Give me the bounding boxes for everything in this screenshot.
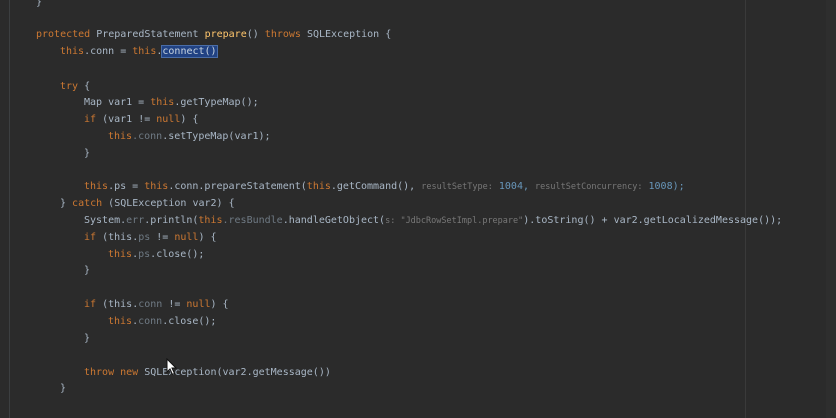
code-line-try[interactable]: try { [60,80,90,94]
code-line-prepare-statement[interactable]: this.ps = this.conn.prepareStatement(thi… [84,180,685,194]
code-token: this [84,181,109,192]
code-token: err [126,215,145,226]
code-token: ) { [198,232,217,243]
editor-scrollbar[interactable] [826,0,836,418]
code-token: .close(); [162,316,217,327]
code-token: ( [96,299,109,310]
code-token: this [306,181,331,192]
code-line-println[interactable]: System.err.println(this.resBundle.handle… [84,214,782,228]
code-token: () [246,29,265,40]
code-token: conn [138,316,163,327]
code-token: (SQLException var2) { [102,198,235,209]
code-line-connect[interactable]: this.conn = this.connect() [60,45,218,59]
code-token: null [156,114,181,125]
code-token: this [108,249,133,260]
code-token: } [84,148,91,159]
code-token: System. [84,215,127,226]
code-token: } [84,265,91,276]
code-token: catch [72,198,103,209]
parameter-hint: s: [385,216,396,226]
code-line-catch[interactable]: } catch (SQLException var2) { [60,197,235,211]
code-line-close-brace[interactable]: } [84,332,90,346]
code-token: .conn [132,131,163,142]
code-token: this [108,299,133,310]
code-token: (var1 != [96,114,157,125]
code-token: ps [138,232,151,243]
code-line-if-ps[interactable]: if (this.ps != null) { [84,231,217,245]
code-token: null [174,232,199,243]
code-token: this [108,131,133,142]
code-line-method-signature[interactable]: protected PreparedStatement prepare() th… [36,28,391,42]
code-line-set-type-map[interactable]: this.conn.setTypeMap(var1); [108,130,271,144]
code-token: } [60,198,73,209]
code-line-close-brace[interactable]: } [84,264,90,278]
code-token: if [84,299,97,310]
code-token: != [150,232,175,243]
mouse-pointer-icon [166,358,178,376]
code-token: ) { [210,299,229,310]
code-line-ps-close[interactable]: this.ps.close(); [108,248,204,262]
code-token: .handleGetObject( [282,215,386,226]
code-token: { [78,81,91,92]
code-token: .ps = [108,181,145,192]
code-token: if [84,114,97,125]
code-token: != [162,299,187,310]
code-editor[interactable]: } protected PreparedStatement prepare() … [0,0,836,418]
code-token: 1004, [492,181,529,192]
code-line-close-brace[interactable]: } [60,382,66,396]
code-token: ( [96,232,109,243]
code-token: ) { [180,114,199,125]
code-token: 1008); [642,181,685,192]
parameter-hint: resultSetConcurrency: [535,182,643,192]
code-token: .conn = [84,46,133,57]
code-token: } [36,0,43,8]
code-line-conn-close[interactable]: this.conn.close(); [108,315,216,329]
code-token: .close(); [150,249,205,260]
right-margin-guide [745,0,746,418]
code-token: new [120,367,139,378]
code-token: null [186,299,211,310]
code-token: throws [264,29,301,40]
code-token: ps [138,249,151,260]
code-line-throw[interactable]: throw new SQLException(var2.getMessage()… [84,366,331,380]
code-line-if-conn[interactable]: if (this.conn != null) { [84,298,229,312]
code-token: this [60,46,85,57]
code-token: this [132,46,157,57]
code-token: "JdbcRowSetImpl.prepare" [395,216,524,226]
parameter-hint: resultSetType: [421,182,493,192]
code-token: this [198,215,223,226]
code-token: this [108,316,133,327]
code-token: ).toString() + var2.getLocalizedMessage(… [523,215,783,226]
code-line-if-var1[interactable]: if (var1 != null) { [84,113,198,127]
code-token: if [84,232,97,243]
code-token: } [60,383,67,394]
code-token: this [150,97,175,108]
code-line-close-brace[interactable]: } [84,147,90,161]
code-token: SQLException { [300,29,392,40]
code-token: .println( [144,215,199,226]
selected-text[interactable]: connect() [161,45,218,58]
code-token: .getTypeMap(); [174,97,259,108]
code-line-get-type-map[interactable]: Map var1 = this.getTypeMap(); [84,96,259,110]
code-token: Map var1 = [84,97,151,108]
code-token: } [84,333,91,344]
code-token: throw [84,367,115,378]
code-token: .conn.prepareStatement( [168,181,307,192]
code-token: protected [36,29,91,40]
code-token: .resBundle [222,215,283,226]
code-token: prepare [204,29,247,40]
code-token: .setTypeMap(var1); [162,131,271,142]
code-token: try [60,81,79,92]
code-token: PreparedStatement [90,29,205,40]
gutter-divider [9,0,10,418]
code-token: this [108,232,133,243]
code-token: this [144,181,169,192]
code-token: conn [138,299,163,310]
code-token: .getCommand(), [330,181,416,192]
code-line-top-brace[interactable]: } [36,0,42,10]
